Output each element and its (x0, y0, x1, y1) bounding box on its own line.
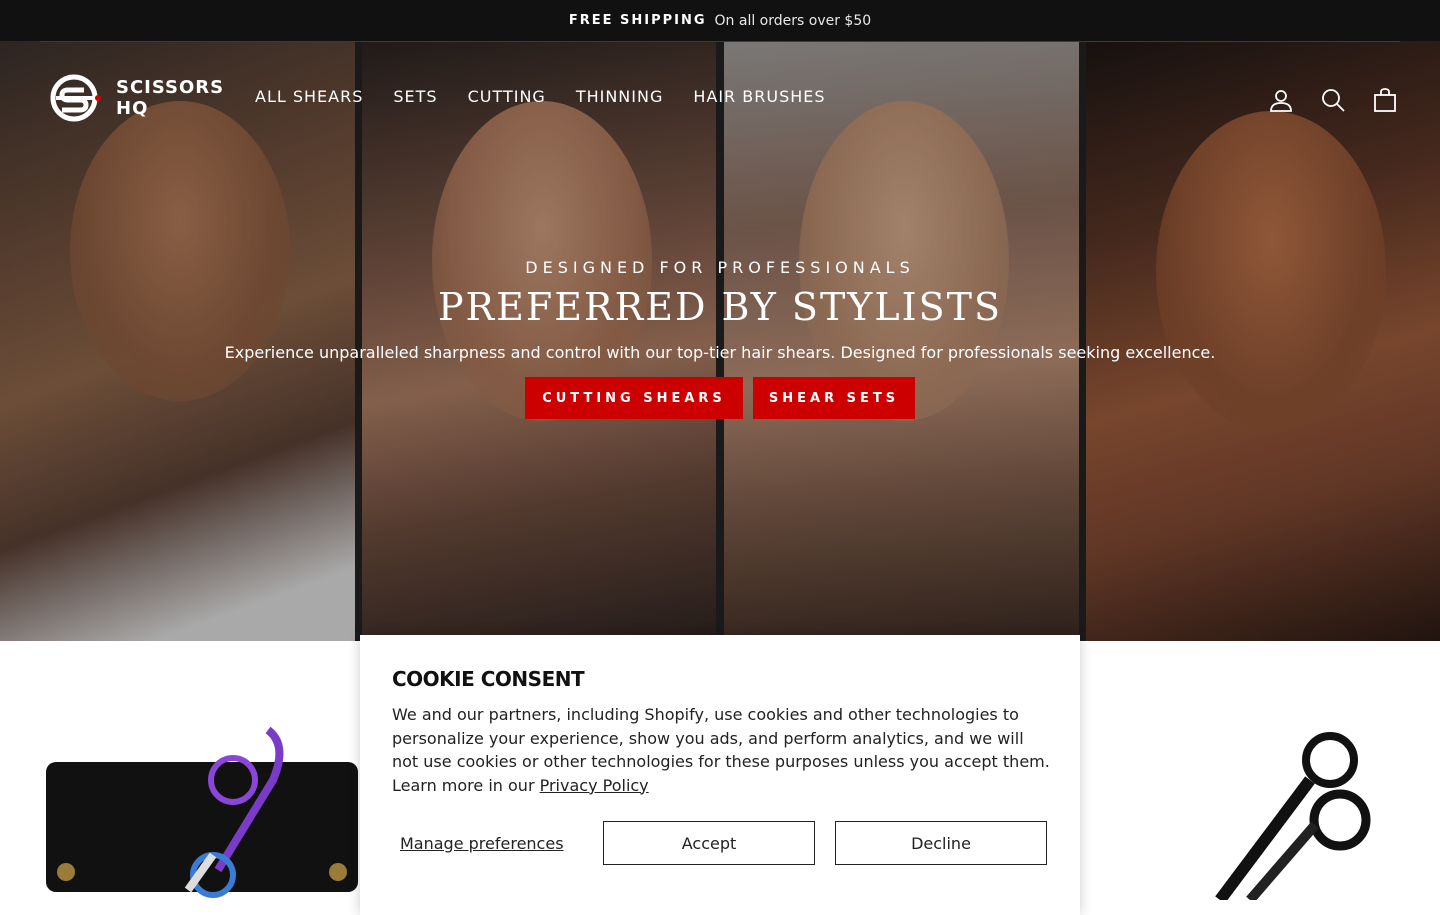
product-image-shear-set[interactable] (38, 720, 363, 900)
hero-subline: Experience unparalleled sharpness and co… (224, 343, 1216, 362)
announcement-text: On all orders over $50 (714, 12, 872, 29)
site-header: SCISSORS HQ ALL SHEARS SETS CUTTING THIN… (0, 41, 1440, 156)
user-icon[interactable] (1266, 85, 1296, 115)
privacy-policy-link[interactable]: Privacy Policy (540, 776, 649, 795)
nav-sets[interactable]: SETS (393, 87, 437, 106)
product-image-black-shear[interactable] (1190, 730, 1390, 904)
cookie-title: COOKIE CONSENT (392, 667, 585, 691)
logo-icon (50, 74, 101, 122)
cutting-shears-button[interactable]: CUTTING SHEARS (525, 377, 743, 419)
hero-content: DESIGNED FOR PROFESSIONALS PREFERRED BY … (0, 258, 1440, 419)
logo-text: SCISSORS HQ (116, 77, 225, 119)
nav-cutting[interactable]: CUTTING (468, 87, 546, 106)
announcement-bold: FREE SHIPPING (568, 13, 707, 28)
announcement-bar: FREE SHIPPING On all orders over $50 (0, 0, 1440, 41)
nav-all-shears[interactable]: ALL SHEARS (255, 87, 363, 106)
nav-hair-brushes[interactable]: HAIR BRUSHES (693, 87, 825, 106)
cookie-consent-dialog: COOKIE CONSENT We and our partners, incl… (360, 635, 1080, 915)
header-icons (1244, 85, 1400, 115)
hero-headline: PREFERRED BY STYLISTS (437, 285, 1003, 329)
logo[interactable]: SCISSORS HQ (50, 74, 226, 122)
main-nav: ALL SHEARS SETS CUTTING THINNING HAIR BR… (255, 87, 856, 106)
search-icon[interactable] (1318, 85, 1348, 115)
accept-button[interactable]: Accept (603, 821, 815, 865)
cookie-body: We and our partners, including Shopify, … (392, 703, 1052, 797)
bag-icon[interactable] (1370, 85, 1400, 115)
nav-thinning[interactable]: THINNING (576, 87, 664, 106)
manage-preferences-link[interactable]: Manage preferences (392, 834, 603, 853)
shear-sets-button[interactable]: SHEAR SETS (753, 377, 915, 419)
decline-button[interactable]: Decline (835, 821, 1047, 865)
cookie-body-text: We and our partners, including Shopify, … (392, 705, 1050, 795)
hero-eyebrow: DESIGNED FOR PROFESSIONALS (525, 258, 915, 277)
